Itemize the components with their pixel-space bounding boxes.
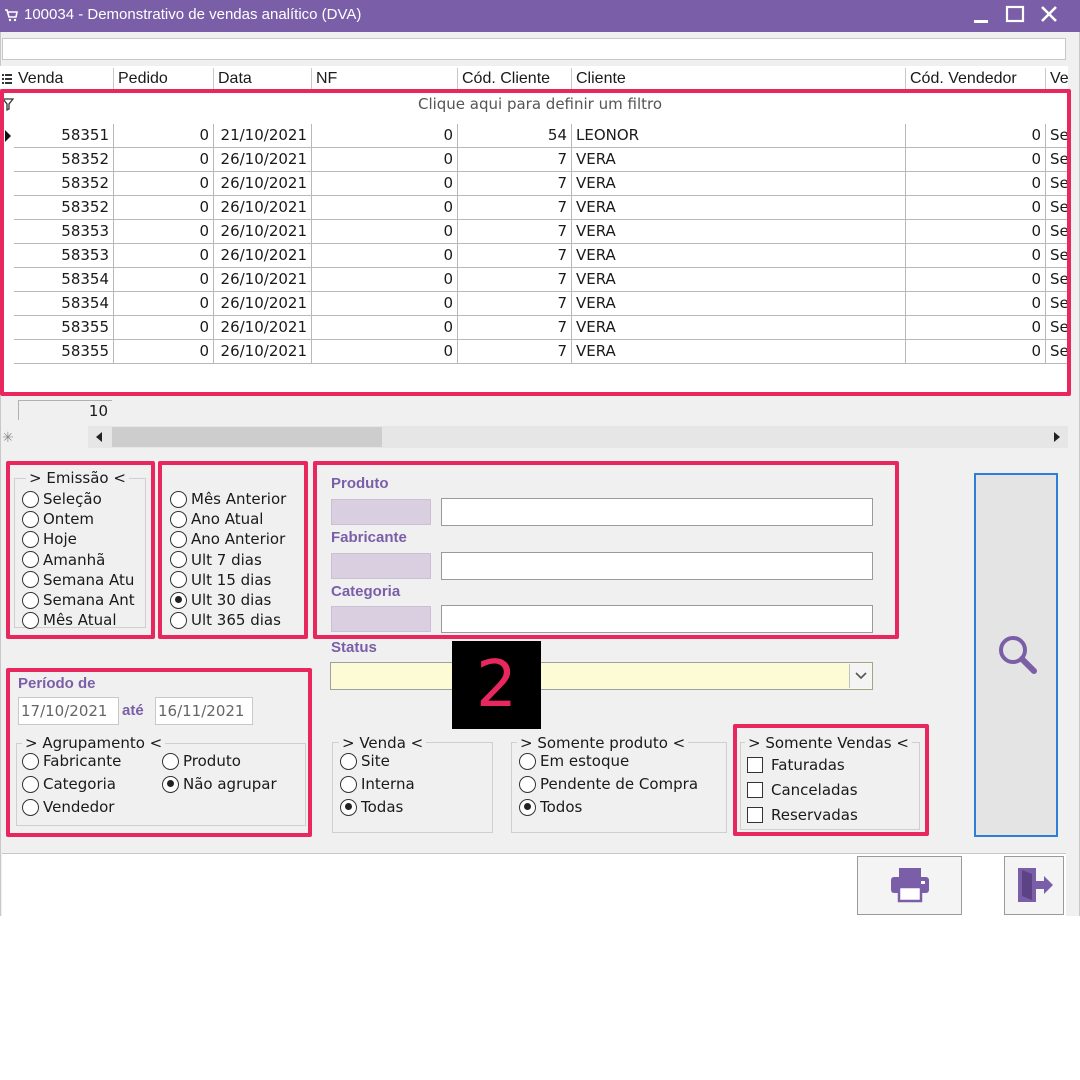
product-filters-highlight-box: [313, 461, 899, 639]
col-header-vendedor[interactable]: Ve: [1046, 68, 1068, 90]
scroll-left-button[interactable]: [88, 426, 110, 448]
step-number: 2: [476, 648, 517, 722]
col-header-pedido[interactable]: Pedido: [114, 68, 214, 90]
periodo-highlight-box: [6, 668, 312, 837]
radio-circle[interactable]: [340, 752, 357, 770]
radio-circle[interactable]: [519, 775, 536, 793]
exit-icon: [1016, 866, 1054, 908]
venda-option[interactable]: Todas: [340, 797, 403, 817]
emissao-highlight-box: [6, 461, 155, 639]
column-chooser-icon[interactable]: [0, 68, 14, 90]
minimize-button[interactable]: [966, 2, 996, 28]
title-bar: 100034 - Demonstrativo de vendas analíti…: [0, 0, 1080, 32]
col-header-data[interactable]: Data: [214, 68, 312, 90]
somente-produto-option[interactable]: Em estoque: [519, 751, 629, 771]
print-button[interactable]: [857, 856, 962, 915]
period-options-highlight-box: [158, 461, 308, 639]
somente-produto-label: > Somente produto <: [517, 734, 689, 752]
radio-label: Pendente de Compra: [540, 775, 699, 793]
cart-icon: [4, 8, 18, 26]
col-header-cliente[interactable]: Cliente: [572, 68, 906, 90]
status-label: Status: [331, 639, 377, 656]
col-header-venda[interactable]: Venda: [14, 68, 114, 90]
radio-circle[interactable]: [519, 798, 536, 816]
somente-produto-option[interactable]: Pendente de Compra: [519, 774, 698, 794]
radio-label: Site: [361, 752, 390, 770]
radio-circle[interactable]: [340, 775, 357, 793]
window-title: 100034 - Demonstrativo de vendas analíti…: [24, 6, 362, 23]
printer-icon: [890, 867, 930, 907]
radio-circle[interactable]: [519, 752, 536, 770]
top-search-field[interactable]: [2, 38, 1066, 60]
radio-label: Interna: [361, 775, 415, 793]
status-select[interactable]: [330, 662, 873, 690]
exit-button[interactable]: [1004, 856, 1064, 915]
search-icon: [996, 633, 1040, 681]
col-header-cod-vendedor[interactable]: Cód. Vendedor: [906, 68, 1046, 90]
somente-vendas-highlight-box: [733, 724, 929, 836]
venda-option[interactable]: Site: [340, 751, 390, 771]
grid-highlight-box: [0, 89, 1071, 396]
radio-label: Em estoque: [540, 752, 630, 770]
step-marker: 2: [452, 641, 541, 729]
col-header-nf[interactable]: NF: [312, 68, 458, 90]
row-count: 10: [18, 400, 112, 420]
close-button[interactable]: [1034, 2, 1064, 28]
radio-label: Todas: [361, 798, 404, 816]
col-header-cod-cliente[interactable]: Cód. Cliente: [458, 68, 572, 90]
new-row-icon: ✳: [2, 430, 14, 446]
radio-label: Todos: [540, 798, 583, 816]
chevron-down-icon[interactable]: [849, 664, 871, 688]
radio-circle[interactable]: [340, 798, 357, 816]
scroll-right-button[interactable]: [1046, 426, 1068, 448]
maximize-button[interactable]: [1000, 2, 1030, 28]
search-button[interactable]: [974, 473, 1058, 837]
somente-produto-option[interactable]: Todos: [519, 797, 582, 817]
scroll-thumb[interactable]: [112, 427, 382, 447]
horizontal-scrollbar[interactable]: [88, 426, 1068, 448]
venda-option[interactable]: Interna: [340, 774, 415, 794]
venda-label: > Venda <: [339, 734, 427, 752]
